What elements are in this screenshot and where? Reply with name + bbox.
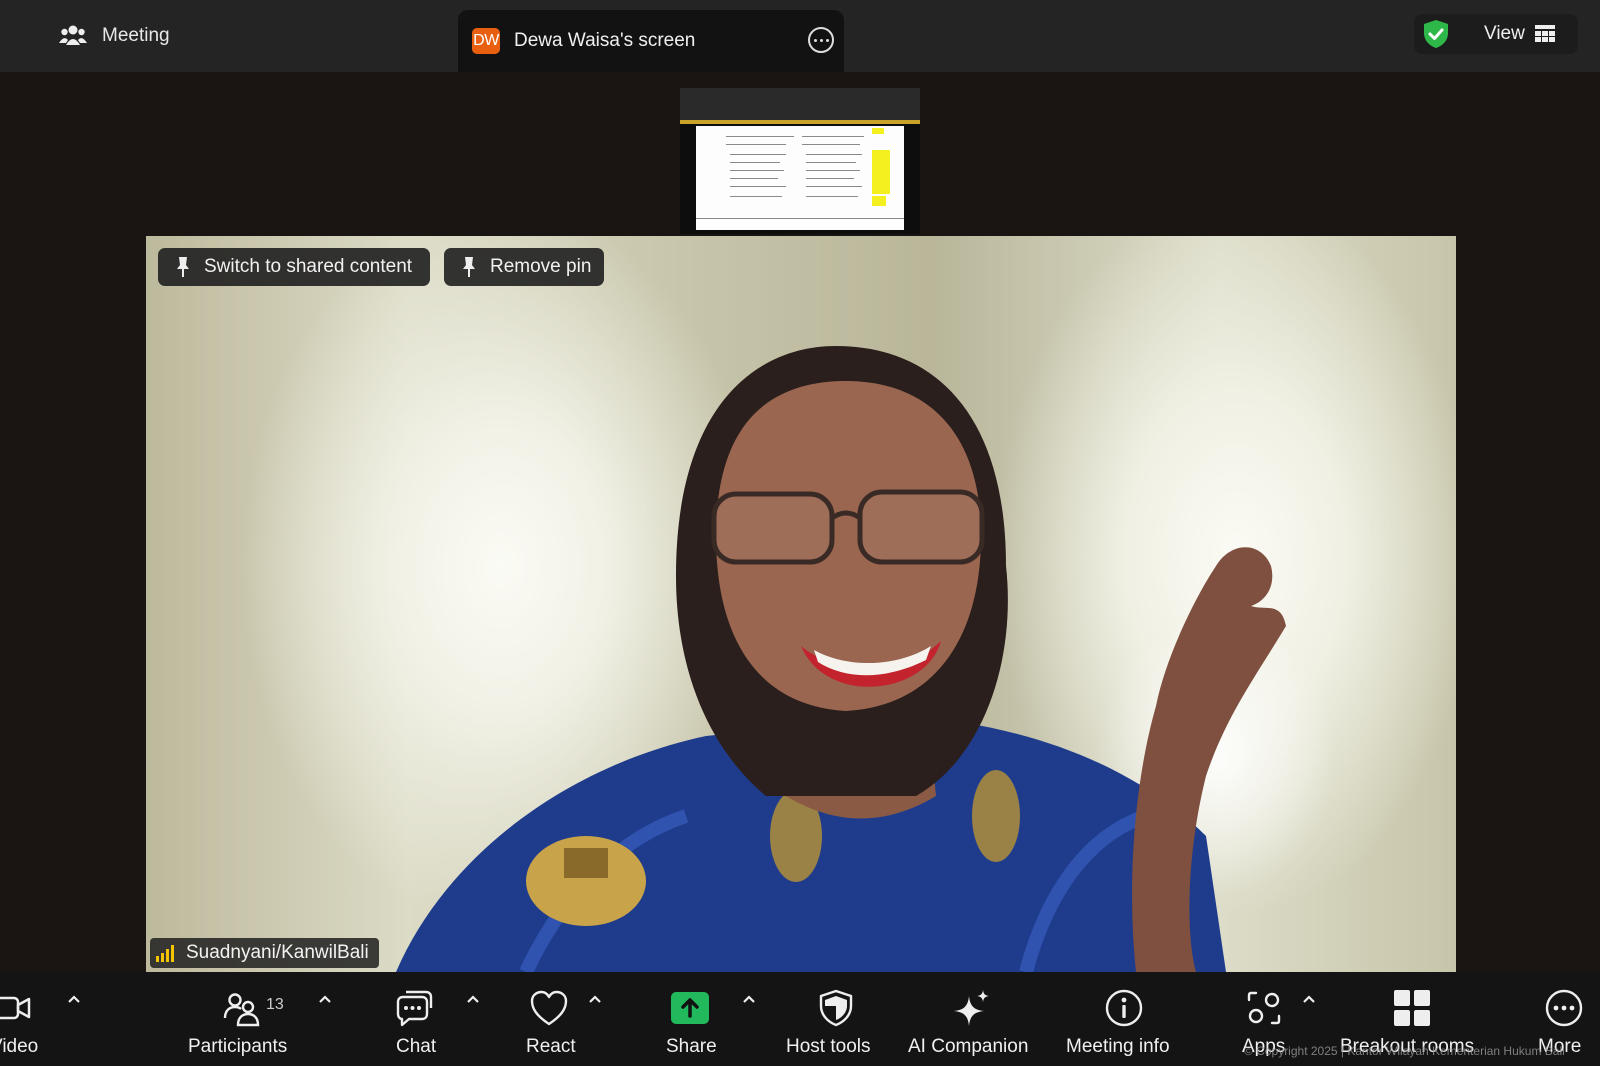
participants-label: Participants <box>188 1036 288 1057</box>
participant-video-image <box>396 346 1336 972</box>
signal-strength-icon <box>156 945 174 962</box>
view-label: View <box>1484 23 1525 44</box>
pin-icon <box>463 257 475 277</box>
participant-video-tile[interactable]: Switch to shared content Remove pin Suad… <box>146 236 1456 972</box>
chat-options-chevron-icon[interactable] <box>466 994 480 1004</box>
react-button[interactable]: React <box>520 972 620 1066</box>
participants-icon <box>223 993 260 1027</box>
participant-name: Suadnyani/KanwilBali <box>186 942 369 963</box>
gallery-grid-icon <box>1534 25 1555 42</box>
share-button[interactable]: Share <box>664 972 764 1066</box>
participants-group-icon <box>59 25 87 45</box>
participants-options-chevron-icon[interactable] <box>318 994 332 1004</box>
react-options-chevron-icon[interactable] <box>588 994 602 1004</box>
chat-label: Chat <box>396 1036 437 1057</box>
meeting-tab-label: Meeting <box>102 25 170 46</box>
more-ellipsis-icon <box>1545 989 1583 1027</box>
ai-companion-button[interactable]: AI Companion <box>906 972 1036 1066</box>
presenter-avatar: DW <box>472 28 500 54</box>
switch-to-shared-content-button[interactable]: Switch to shared content <box>158 248 430 286</box>
thumbnail-app-toolbar <box>680 88 920 122</box>
pin-icon <box>177 257 189 277</box>
share-screen-icon <box>671 992 709 1024</box>
participant-name-tag: Suadnyani/KanwilBali <box>150 938 379 968</box>
shared-screen-thumbnail[interactable] <box>680 88 920 234</box>
participants-count: 13 <box>266 996 284 1013</box>
heart-icon <box>530 990 568 1026</box>
host-tools-label: Host tools <box>786 1036 871 1057</box>
thumbnail-highlight-bar <box>680 120 920 124</box>
ai-sparkle-icon <box>954 990 989 1026</box>
chat-bubble-icon <box>396 990 433 1027</box>
meeting-info-button[interactable]: Meeting info <box>1066 972 1186 1066</box>
security-shield-icon <box>1424 20 1448 48</box>
ai-companion-label: AI Companion <box>908 1036 1029 1057</box>
tab-meeting[interactable]: Meeting <box>0 0 458 72</box>
react-label: React <box>526 1036 576 1057</box>
breakout-rooms-grid-icon <box>1394 990 1430 1026</box>
chat-button[interactable]: Chat <box>386 972 486 1066</box>
video-camera-icon <box>0 996 31 1020</box>
video-button[interactable]: Video <box>0 972 90 1066</box>
tab-shared-screen[interactable]: DW Dewa Waisa's screen <box>458 10 844 72</box>
meeting-info-label: Meeting info <box>1066 1036 1170 1057</box>
host-tools-button[interactable]: Host tools <box>786 972 896 1066</box>
copyright-watermark: © Copyright 2025 | Kantor Wilayah Kement… <box>1244 1044 1565 1058</box>
top-bar: Meeting DW Dewa Waisa's screen View <box>0 0 1600 72</box>
apps-icon <box>1247 991 1281 1025</box>
host-tools-shield-icon <box>819 989 853 1027</box>
shared-screen-tab-label: Dewa Waisa's screen <box>514 30 696 51</box>
video-label: Video <box>0 1036 39 1057</box>
share-options-chevron-icon[interactable] <box>742 994 756 1004</box>
thumbnail-document <box>696 126 904 230</box>
remove-pin-label: Remove pin <box>490 256 592 277</box>
apps-options-chevron-icon[interactable] <box>1302 994 1316 1004</box>
switch-to-shared-content-label: Switch to shared content <box>204 256 413 277</box>
more-options-icon[interactable] <box>808 27 834 53</box>
share-label: Share <box>666 1036 717 1057</box>
video-options-chevron-icon[interactable] <box>67 994 81 1004</box>
info-icon <box>1105 989 1143 1027</box>
participants-button[interactable]: 13 Participants <box>186 972 336 1066</box>
remove-pin-button[interactable]: Remove pin <box>444 248 604 286</box>
view-button[interactable]: View <box>1414 14 1578 54</box>
